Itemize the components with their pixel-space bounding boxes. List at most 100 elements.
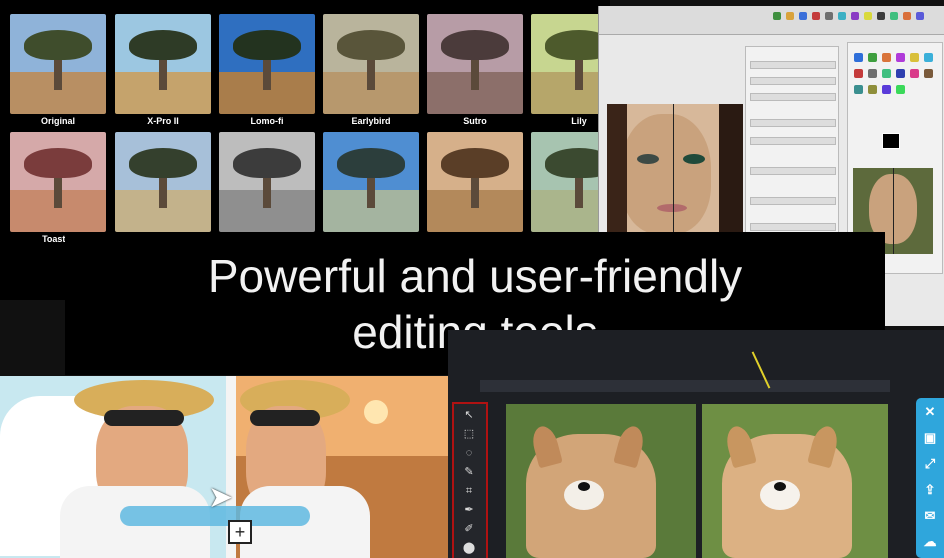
tree-canopy: [233, 30, 301, 60]
share-icon[interactable]: ▣: [922, 430, 938, 446]
filter-thumbnail[interactable]: [10, 14, 106, 114]
option-row[interactable]: [750, 93, 836, 101]
option-row[interactable]: [750, 167, 836, 175]
option-row[interactable]: [750, 223, 836, 231]
tree-trunk: [367, 56, 375, 90]
tool-icon[interactable]: [882, 69, 891, 78]
tool-icon[interactable]: [924, 53, 933, 62]
filter-thumbnail[interactable]: [427, 14, 523, 114]
tool-icon[interactable]: [924, 69, 933, 78]
option-row[interactable]: [750, 197, 836, 205]
dog-photo-after[interactable]: [702, 404, 888, 558]
editor-tool-icon[interactable]: ✒: [462, 503, 476, 517]
tool-icon[interactable]: [868, 69, 877, 78]
filter-label: Lomo-fi: [250, 116, 284, 126]
toolbar-icon[interactable]: [812, 12, 820, 20]
thumb-split: [893, 168, 894, 254]
tree-canopy: [337, 30, 405, 60]
share-icon[interactable]: ⤢: [922, 456, 938, 472]
tree-canopy: [441, 148, 509, 178]
tool-icon[interactable]: [910, 53, 919, 62]
filter-label: Earlybird: [351, 116, 391, 126]
tree-trunk: [159, 174, 167, 208]
toolbar-icon[interactable]: [864, 12, 872, 20]
lips: [657, 204, 687, 212]
editor-toolbar: [599, 6, 944, 35]
filter-label: Sutro: [463, 116, 487, 126]
filter-thumbnail[interactable]: [10, 132, 106, 232]
option-row[interactable]: [750, 137, 836, 145]
toolbar-icon[interactable]: [877, 12, 885, 20]
tool-icon[interactable]: [854, 69, 863, 78]
editor-tool-icon[interactable]: ⬚: [462, 427, 476, 441]
tool-strip: ↖ ⬚ ◌ ✎ ⌗ ✒ ✐ ⬤: [452, 402, 488, 558]
tool-icon[interactable]: [896, 53, 905, 62]
dog-photo-before[interactable]: [506, 404, 696, 558]
tool-icon[interactable]: [910, 69, 919, 78]
share-icon[interactable]: ☁: [922, 534, 938, 550]
editor-tool-icon[interactable]: ✐: [462, 522, 476, 536]
sunglasses-left: [104, 410, 184, 426]
share-sidebar: ✕ ▣ ⤢ ⇪ ✉ ☁: [916, 398, 944, 558]
toolbar-icon[interactable]: [825, 12, 833, 20]
option-row[interactable]: [750, 119, 836, 127]
tool-icon[interactable]: [882, 85, 891, 94]
eye-right: [683, 154, 705, 164]
tree-trunk: [54, 56, 62, 90]
tree-trunk: [263, 174, 271, 208]
filter-thumbnail[interactable]: [219, 132, 315, 232]
tree-canopy: [337, 148, 405, 178]
tree-trunk: [367, 174, 375, 208]
filter-thumbnail[interactable]: [427, 132, 523, 232]
editor-tool-icon[interactable]: ✎: [462, 465, 476, 479]
tool-icon[interactable]: [896, 85, 905, 94]
toolbar-icon[interactable]: [799, 12, 807, 20]
toolbar-icon[interactable]: [903, 12, 911, 20]
toolbar-icon[interactable]: [916, 12, 924, 20]
tree-trunk: [159, 56, 167, 90]
tree-canopy: [129, 148, 197, 178]
editor-tool-icon[interactable]: ⌗: [462, 484, 476, 498]
toolbar-icon[interactable]: [773, 12, 781, 20]
share-icon[interactable]: ✉: [922, 508, 938, 524]
option-row[interactable]: [750, 77, 836, 85]
tool-icon[interactable]: [882, 53, 891, 62]
toolbar-icon[interactable]: [838, 12, 846, 20]
dog-nose: [774, 482, 786, 491]
tree-canopy: [129, 30, 197, 60]
share-icon[interactable]: ✕: [922, 404, 938, 420]
share-icon[interactable]: ⇪: [922, 482, 938, 498]
tree-canopy: [233, 148, 301, 178]
filter-thumbnail[interactable]: [323, 132, 419, 232]
editor-tool-icon[interactable]: ↖: [462, 408, 476, 422]
tool-icon[interactable]: [868, 53, 877, 62]
tool-icon[interactable]: [896, 69, 905, 78]
toolbar-icon[interactable]: [890, 12, 898, 20]
filter-thumbnail[interactable]: [219, 14, 315, 114]
sun: [364, 400, 388, 424]
tool-icon[interactable]: [868, 85, 877, 94]
photo-editor-window: ↖ ⬚ ◌ ✎ ⌗ ✒ ✐ ⬤ ✕ ▣ ⤢ ⇪ ✉ ☁: [448, 330, 944, 558]
toolbar-icon[interactable]: [786, 12, 794, 20]
toolbar-icon[interactable]: [851, 12, 859, 20]
filter-label: X-Pro II: [147, 116, 179, 126]
tool-icon[interactable]: [854, 53, 863, 62]
tree-trunk: [54, 174, 62, 208]
option-row[interactable]: [750, 61, 836, 69]
editor-tool-icon[interactable]: ⬤: [462, 541, 476, 555]
tree-trunk: [471, 174, 479, 208]
add-icon[interactable]: +: [228, 520, 252, 544]
color-swatch[interactable]: [882, 133, 900, 149]
tool-icon[interactable]: [854, 85, 863, 94]
face-shape: [621, 114, 711, 234]
filter-thumbnail[interactable]: [323, 14, 419, 114]
sunglasses-right: [250, 410, 320, 426]
dog-nose: [578, 482, 590, 491]
filter-thumbnail[interactable]: [115, 132, 211, 232]
tree-trunk: [471, 56, 479, 90]
background-swap-photo: ➤ +: [0, 376, 448, 558]
editor-tool-icon[interactable]: ◌: [462, 446, 476, 460]
tree-trunk: [575, 56, 583, 90]
editor-tab-bar[interactable]: [480, 380, 890, 392]
filter-thumbnail[interactable]: [115, 14, 211, 114]
